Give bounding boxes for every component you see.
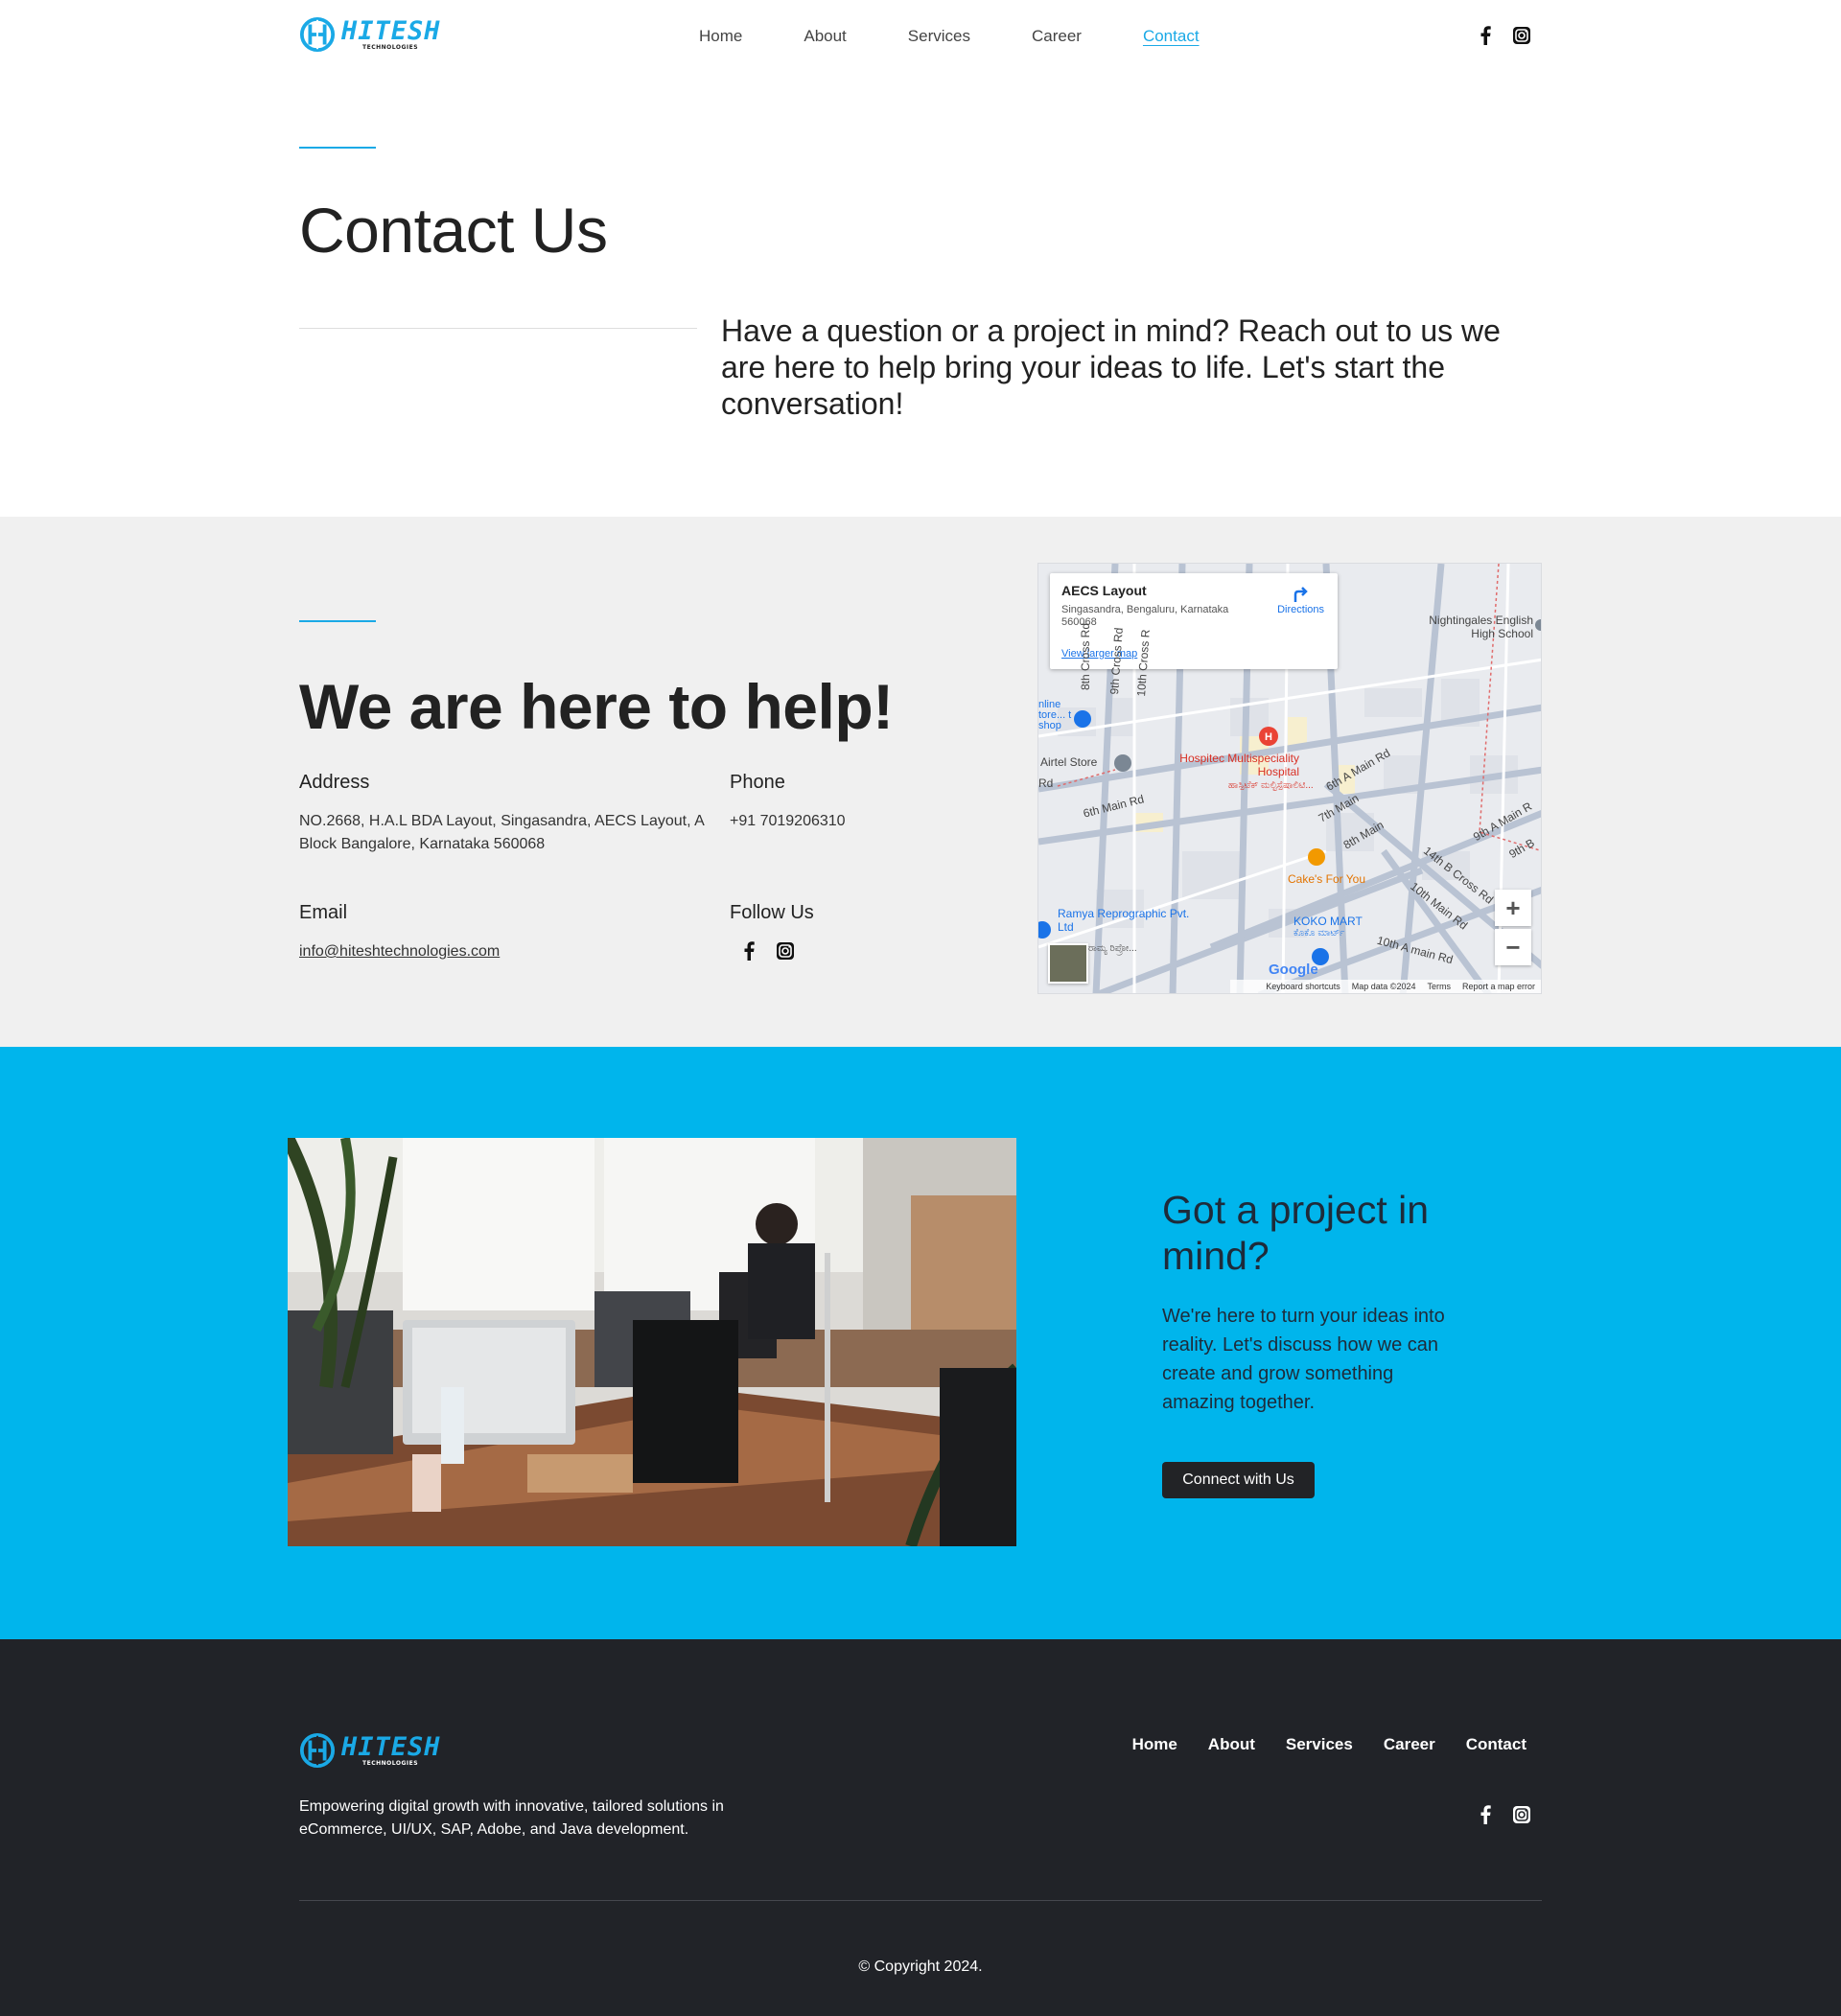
footer-nav-about[interactable]: About <box>1208 1735 1255 1754</box>
embedded-map[interactable]: H AECS Layout Singasandra, Bengaluru, Ka… <box>1037 563 1542 994</box>
map-label-local: ರಾಮ್ಯ ರಿಪ್ರೋ... <box>1088 943 1137 954</box>
accent-line <box>299 147 376 149</box>
footer-description: Empowering digital growth with innovativ… <box>299 1798 724 1838</box>
phone-value[interactable]: +91 7019206310 <box>730 810 846 833</box>
phone-label: Phone <box>730 772 785 793</box>
logo-mark-icon <box>299 16 336 53</box>
footer-brand-name: HITESH <box>341 1732 441 1762</box>
directions-label: Directions <box>1277 604 1324 615</box>
view-larger-map-link[interactable]: View larger map <box>1061 648 1137 660</box>
keyboard-shortcuts-link[interactable]: Keyboard shortcuts <box>1266 982 1340 991</box>
site-footer: HITESH TECHNOLOGIES Home About Services … <box>0 1639 1841 2016</box>
map-label-koko-local: ಕೊಕೊ ಮಾರ್ಟ್ <box>1293 928 1345 938</box>
nav-about[interactable]: About <box>804 27 846 46</box>
footer-nav-contact[interactable]: Contact <box>1466 1735 1526 1754</box>
map-label-ramya: Ramya Reprographic Pvt. Ltd <box>1058 907 1190 934</box>
report-error-link[interactable]: Report a map error <box>1462 982 1535 991</box>
instagram-icon[interactable] <box>1511 1804 1532 1825</box>
map-label-koko: KOKO MART <box>1293 915 1363 928</box>
zoom-out-button[interactable]: − <box>1495 929 1531 965</box>
svg-text:H: H <box>1265 731 1272 743</box>
office-photo-illustration <box>288 1138 1016 1546</box>
map-label-8th-cross: 8th Cross Rd <box>1079 622 1092 690</box>
footer-nav-services[interactable]: Services <box>1286 1735 1353 1754</box>
instagram-icon[interactable] <box>775 940 796 962</box>
nav-home[interactable]: Home <box>699 27 742 46</box>
brand-tagline: TECHNOLOGIES <box>362 44 419 51</box>
page-title: Contact Us <box>299 195 608 266</box>
main-nav: Home About Services Career Contact <box>699 27 1200 46</box>
email-label: Email <box>299 902 348 923</box>
project-cta-section: Got a project in mind? We're here to tur… <box>0 1047 1841 1639</box>
map-label-hospital: Hospitec Multispeciality Hospital <box>1179 752 1299 778</box>
map-label-school: Nightingales English High School <box>1429 614 1533 640</box>
instagram-icon[interactable] <box>1511 25 1532 46</box>
help-social-links <box>738 940 796 962</box>
zoom-in-button[interactable]: + <box>1495 890 1531 926</box>
footer-divider <box>299 1900 1542 1901</box>
footer-brand-logo[interactable]: HITESH TECHNOLOGIES <box>299 1731 441 1770</box>
footer-brand-tagline: TECHNOLOGIES <box>362 1760 419 1767</box>
hero-intro: Have a question or a project in mind? Re… <box>721 313 1501 421</box>
map-label-online-store: nline tore... t shop <box>1038 699 1072 731</box>
map-label-hospital-local: ಹಾಸ್ಪಿಟೆಕ್ ಮಲ್ಟಿಸ್ಪೆಷಾಲಿಟಿ... <box>1228 780 1314 791</box>
project-description: We're here to turn your ideas into reali… <box>1162 1306 1445 1413</box>
map-label-airtel: Airtel Store <box>1040 755 1098 769</box>
satellite-toggle[interactable] <box>1048 943 1088 984</box>
section-title: We are here to help! <box>299 671 894 742</box>
terms-link[interactable]: Terms <box>1427 982 1451 991</box>
map-data-label: Map data ©2024 <box>1351 982 1416 991</box>
project-title: Got a project in mind? <box>1162 1188 1430 1278</box>
nav-career[interactable]: Career <box>1032 27 1082 46</box>
connect-button[interactable]: Connect with Us <box>1162 1462 1315 1498</box>
directions-icon <box>1293 587 1308 602</box>
map-info-card: AECS Layout Singasandra, Bengaluru, Karn… <box>1050 573 1338 669</box>
footer-nav-career[interactable]: Career <box>1384 1735 1435 1754</box>
hero-section: Contact Us Have a question or a project … <box>0 73 1841 517</box>
brand-logo[interactable]: HITESH TECHNOLOGIES <box>299 15 441 54</box>
directions-button[interactable]: Directions <box>1277 585 1324 615</box>
logo-mark-icon <box>299 1732 336 1769</box>
copyright-text: © Copyright 2024. <box>858 1958 983 1975</box>
address-value: NO.2668, H.A.L BDA Layout, Singasandra, … <box>299 813 704 852</box>
footer-social-links <box>1475 1804 1532 1825</box>
follow-label: Follow Us <box>730 902 814 923</box>
email-link[interactable]: info@hiteshtechnologies.com <box>299 940 500 963</box>
accent-line <box>299 620 376 622</box>
contact-info-section: We are here to help! Address NO.2668, H.… <box>0 517 1841 1047</box>
facebook-icon[interactable] <box>1475 1804 1496 1825</box>
map-label-cakes: Cake's For You <box>1288 872 1366 886</box>
footer-nav: Home About Services Career Contact <box>1132 1735 1526 1754</box>
map-footer: Keyboard shortcuts Map data ©2024 Terms … <box>1230 980 1541 993</box>
site-header: HITESH TECHNOLOGIES Home About Services … <box>0 0 1841 73</box>
header-social-links <box>1475 25 1532 46</box>
office-photo <box>288 1138 1016 1546</box>
facebook-icon[interactable] <box>1475 25 1496 46</box>
nav-contact[interactable]: Contact <box>1143 27 1200 46</box>
google-logo: Google <box>1269 962 1318 978</box>
brand-name: HITESH <box>341 16 441 46</box>
address-label: Address <box>299 772 370 793</box>
divider <box>299 328 697 329</box>
footer-nav-home[interactable]: Home <box>1132 1735 1177 1754</box>
map-label-road: Rd <box>1038 776 1054 790</box>
facebook-icon[interactable] <box>738 940 759 962</box>
nav-services[interactable]: Services <box>908 27 970 46</box>
